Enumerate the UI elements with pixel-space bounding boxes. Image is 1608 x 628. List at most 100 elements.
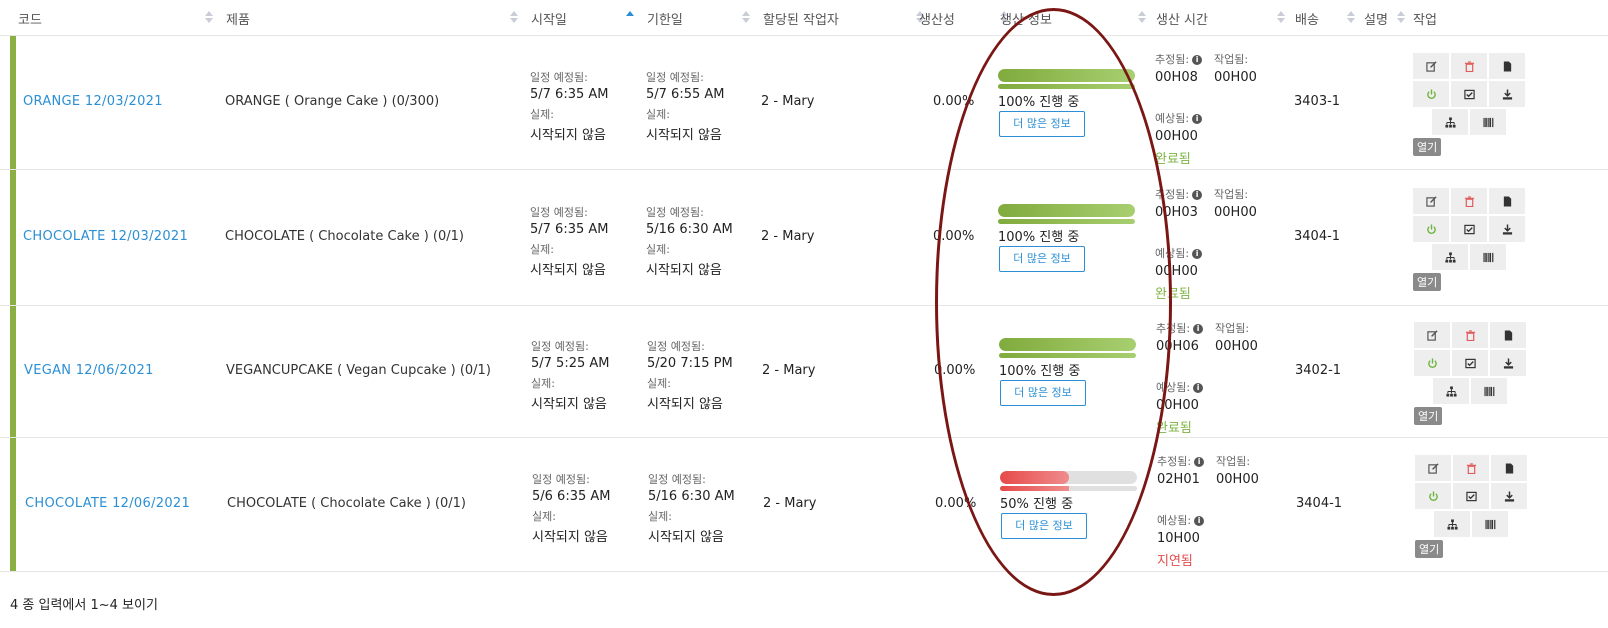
sort-icon[interactable] bbox=[1397, 11, 1405, 25]
info-icon[interactable]: i bbox=[1193, 383, 1204, 393]
barcode-button[interactable] bbox=[1470, 109, 1506, 135]
order-code-link[interactable]: VEGAN 12/06/2021 bbox=[24, 363, 154, 378]
progress-bar-secondary bbox=[998, 219, 1135, 224]
info-icon[interactable]: i bbox=[1194, 516, 1205, 526]
document-button[interactable] bbox=[1490, 322, 1526, 348]
download-button[interactable] bbox=[1490, 350, 1526, 376]
power-button[interactable] bbox=[1413, 216, 1449, 242]
info-icon[interactable]: i bbox=[1192, 249, 1203, 259]
barcode-button[interactable] bbox=[1471, 378, 1507, 404]
info-icon[interactable]: i bbox=[1192, 190, 1203, 200]
info-icon[interactable]: i bbox=[1194, 457, 1205, 467]
due-scheduled-label: 일정 예정됨: bbox=[647, 340, 705, 353]
barcode-icon bbox=[1483, 117, 1494, 128]
expected-label: 예상됨: i bbox=[1157, 512, 1205, 528]
download-button[interactable] bbox=[1489, 216, 1525, 242]
production-status: 완료됨 bbox=[1155, 287, 1191, 302]
sort-icon[interactable] bbox=[1347, 11, 1355, 25]
trash-button[interactable] bbox=[1451, 188, 1487, 214]
due-scheduled-value: 5/7 6:55 AM bbox=[646, 87, 725, 102]
production-status: 완료됨 bbox=[1155, 152, 1191, 167]
productivity-value: 0.00% bbox=[935, 496, 977, 511]
checklist-icon bbox=[1464, 89, 1475, 100]
start-actual-label: 실제: bbox=[531, 377, 555, 390]
progress-fill-secondary bbox=[998, 219, 1135, 224]
expected-label-text: 예상됨: bbox=[1157, 514, 1192, 527]
sort-icon[interactable] bbox=[1277, 11, 1285, 25]
checklist-button[interactable] bbox=[1451, 81, 1487, 107]
more-info-button[interactable]: 더 많은 정보 bbox=[999, 111, 1085, 137]
edit-button[interactable] bbox=[1414, 322, 1450, 348]
trash-button[interactable] bbox=[1451, 53, 1487, 79]
column-header-actions[interactable]: 작업 bbox=[1413, 9, 1437, 28]
column-header-desc[interactable]: 설명 bbox=[1364, 9, 1388, 28]
more-info-button[interactable]: 더 많은 정보 bbox=[1001, 513, 1087, 539]
edit-button[interactable] bbox=[1415, 455, 1451, 481]
power-button[interactable] bbox=[1414, 350, 1450, 376]
estimated-value: 02H01 bbox=[1157, 472, 1200, 487]
sort-icon[interactable] bbox=[1138, 11, 1146, 25]
document-button[interactable] bbox=[1491, 455, 1527, 481]
barcode-button[interactable] bbox=[1472, 511, 1508, 537]
expected-value: 00H00 bbox=[1155, 129, 1198, 144]
document-button[interactable] bbox=[1489, 188, 1525, 214]
order-code-link[interactable]: CHOCOLATE 12/06/2021 bbox=[25, 496, 190, 511]
column-header-prod_info[interactable]: 생산 정보 bbox=[1000, 9, 1052, 28]
estimated-label: 추정됨: i bbox=[1155, 186, 1203, 202]
info-icon[interactable]: i bbox=[1193, 324, 1204, 334]
hierarchy-button[interactable] bbox=[1434, 511, 1470, 537]
sort-icon[interactable] bbox=[742, 11, 750, 25]
column-header-prod_time[interactable]: 생산 시간 bbox=[1156, 9, 1208, 28]
expected-label-text: 예상됨: bbox=[1156, 381, 1191, 394]
column-header-assignee[interactable]: 할당된 작업자 bbox=[763, 9, 839, 28]
hierarchy-icon bbox=[1445, 252, 1456, 263]
hierarchy-button[interactable] bbox=[1433, 378, 1469, 404]
trash-button[interactable] bbox=[1452, 322, 1488, 348]
more-info-button[interactable]: 더 많은 정보 bbox=[1000, 380, 1086, 406]
column-header-code[interactable]: 코드 bbox=[18, 9, 42, 28]
progress-fill-secondary bbox=[999, 353, 1136, 358]
column-header-start[interactable]: 시작일 bbox=[531, 9, 567, 28]
more-info-button[interactable]: 더 많은 정보 bbox=[999, 246, 1085, 272]
edit-button[interactable] bbox=[1413, 53, 1449, 79]
power-button[interactable] bbox=[1415, 483, 1451, 509]
estimated-value: 00H03 bbox=[1155, 205, 1198, 220]
worked-label: 작업됨: bbox=[1214, 53, 1249, 66]
document-button[interactable] bbox=[1489, 53, 1525, 79]
edit-button[interactable] bbox=[1413, 188, 1449, 214]
column-header-productivity[interactable]: 생산성 bbox=[919, 9, 955, 28]
checklist-button[interactable] bbox=[1451, 216, 1487, 242]
due-actual-value: 시작되지 않음 bbox=[646, 263, 722, 278]
worked-value: 00H00 bbox=[1214, 70, 1257, 85]
column-header-product[interactable]: 제품 bbox=[226, 9, 250, 28]
checklist-button[interactable] bbox=[1453, 483, 1489, 509]
download-button[interactable] bbox=[1489, 81, 1525, 107]
assignee: 2 - Mary bbox=[761, 229, 815, 244]
progress-bar-secondary bbox=[998, 84, 1135, 89]
column-header-shipping[interactable]: 배송 bbox=[1295, 9, 1319, 28]
progress-fill bbox=[998, 204, 1135, 217]
open-button[interactable]: 열기 bbox=[1414, 407, 1443, 425]
open-button[interactable]: 열기 bbox=[1413, 138, 1442, 156]
open-button[interactable]: 열기 bbox=[1415, 540, 1444, 558]
order-code-link[interactable]: CHOCOLATE 12/03/2021 bbox=[23, 229, 188, 244]
barcode-button[interactable] bbox=[1470, 244, 1506, 270]
info-icon[interactable]: i bbox=[1192, 114, 1203, 124]
estimated-label-text: 추정됨: bbox=[1157, 455, 1192, 468]
start-scheduled-label: 일정 예정됨: bbox=[531, 340, 589, 353]
trash-button[interactable] bbox=[1453, 455, 1489, 481]
open-button[interactable]: 열기 bbox=[1413, 273, 1442, 291]
sort-icon[interactable] bbox=[510, 11, 518, 25]
hierarchy-button[interactable] bbox=[1432, 109, 1468, 135]
power-button[interactable] bbox=[1413, 81, 1449, 107]
order-code-link[interactable]: ORANGE 12/03/2021 bbox=[23, 94, 163, 109]
power-icon bbox=[1427, 89, 1436, 99]
sort-icon[interactable] bbox=[205, 11, 213, 25]
download-button[interactable] bbox=[1491, 483, 1527, 509]
sort-asc-icon[interactable] bbox=[626, 11, 634, 25]
info-icon[interactable]: i bbox=[1192, 55, 1203, 65]
checklist-button[interactable] bbox=[1452, 350, 1488, 376]
hierarchy-button[interactable] bbox=[1432, 244, 1468, 270]
column-header-due[interactable]: 기한일 bbox=[647, 9, 683, 28]
start-scheduled-label: 일정 예정됨: bbox=[532, 473, 590, 486]
